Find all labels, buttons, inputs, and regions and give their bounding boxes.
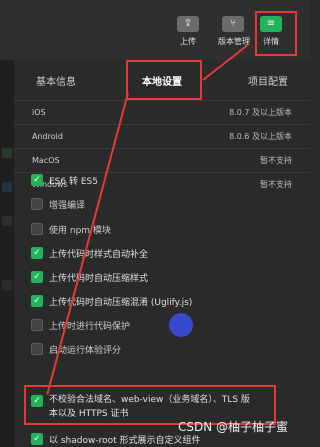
annotation-details-box bbox=[255, 11, 297, 56]
upload-tool[interactable]: ⇪ 上传 bbox=[173, 16, 203, 47]
platform-name: MacOS bbox=[32, 156, 60, 165]
checkbox[interactable]: ✓ bbox=[31, 247, 43, 259]
option-style-autoprefix[interactable]: ✓ 上传代码时样式自动补全 bbox=[14, 245, 310, 261]
upload-icon: ⇪ bbox=[177, 16, 199, 32]
strip-mark bbox=[2, 148, 12, 158]
checkbox[interactable] bbox=[31, 319, 43, 331]
option-label: 使用 npm 模块 bbox=[49, 225, 111, 236]
option-npm-modules[interactable]: 使用 npm 模块 bbox=[14, 221, 310, 237]
option-label: 上传时进行代码保护 bbox=[49, 321, 131, 332]
checkbox[interactable]: ✓ bbox=[31, 295, 43, 307]
tab-project-config[interactable]: 项目配置 bbox=[248, 73, 288, 88]
table-row: iOS 8.0.7 及以上版本 bbox=[14, 100, 310, 124]
strip-mark bbox=[2, 216, 12, 226]
option-label: ES6 转 ES5 bbox=[49, 176, 98, 187]
option-label: 上传代码时样式自动补全 bbox=[49, 249, 149, 260]
strip-mark bbox=[2, 280, 12, 290]
option-minify-style[interactable]: ✓ 上传代码时自动压缩样式 bbox=[14, 269, 310, 285]
checkbox[interactable] bbox=[31, 198, 43, 210]
option-enhanced-compile[interactable]: 增强编译 bbox=[14, 196, 310, 212]
option-label: 上传代码时自动压缩样式 bbox=[49, 273, 149, 284]
option-label: 增强编译 bbox=[49, 200, 86, 211]
platform-name: iOS bbox=[32, 108, 46, 117]
editor-left-strip bbox=[0, 60, 14, 447]
platform-value: 暂不支持 bbox=[260, 156, 292, 165]
upload-label: 上传 bbox=[180, 37, 196, 46]
tab-basic-info[interactable]: 基本信息 bbox=[36, 73, 76, 88]
platform-name: Android bbox=[32, 132, 63, 141]
cursor-indicator bbox=[169, 313, 193, 337]
watermark: CSDN @柚子柚子蜜 bbox=[178, 420, 289, 434]
option-uglify[interactable]: ✓ 上传代码时自动压缩混淆 (Uglify.js) bbox=[14, 293, 310, 309]
table-row: Android 8.0.6 及以上版本 bbox=[14, 124, 310, 148]
option-code-protect[interactable]: 上传时进行代码保护 bbox=[14, 317, 310, 333]
version-tool[interactable]: ⑂ 版本管理 bbox=[218, 16, 250, 47]
option-es6-to-es5[interactable]: ✓ ES6 转 ES5 bbox=[14, 172, 310, 188]
platform-value: 8.0.7 及以上版本 bbox=[229, 108, 292, 117]
annotation-local-tab-box bbox=[126, 60, 202, 100]
branch-icon: ⑂ bbox=[222, 16, 244, 32]
platform-value: 8.0.6 及以上版本 bbox=[229, 132, 292, 141]
strip-mark bbox=[2, 182, 12, 192]
checkbox[interactable]: ✓ bbox=[31, 433, 43, 445]
checkbox[interactable]: ✓ bbox=[31, 271, 43, 283]
checkbox[interactable] bbox=[31, 223, 43, 235]
table-row: MacOS 暂不支持 bbox=[14, 148, 310, 172]
checkbox[interactable] bbox=[31, 343, 43, 355]
checkbox[interactable]: ✓ bbox=[31, 174, 43, 186]
